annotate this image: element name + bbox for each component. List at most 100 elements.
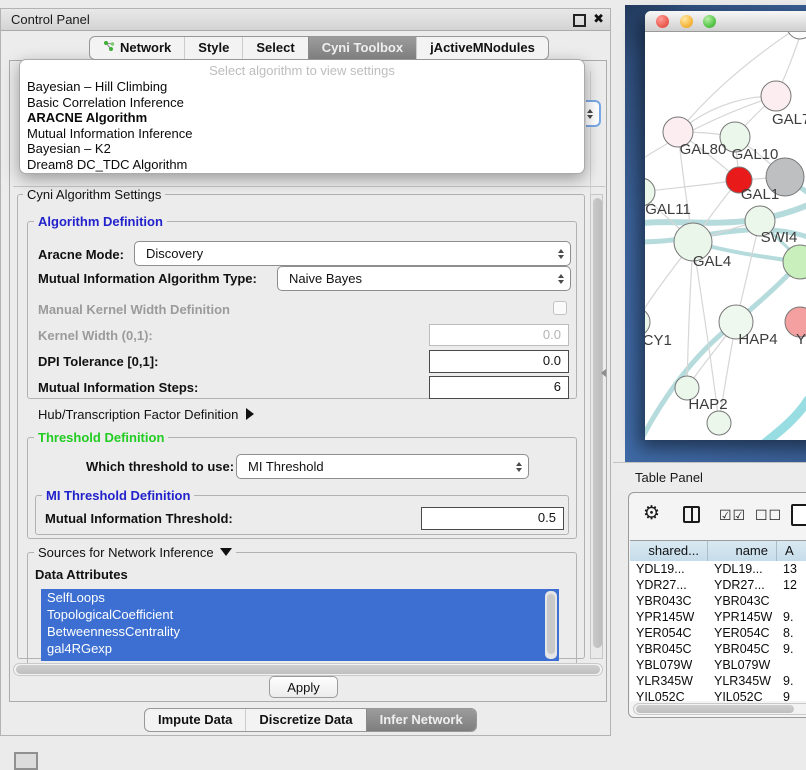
splitter-collapse-icon[interactable] [601,369,606,377]
close-traffic-light-icon[interactable] [656,15,669,28]
data-attribute-item[interactable]: BetweennessCentrality [41,623,559,640]
network-node[interactable] [787,32,806,39]
table-cell: YBR043C [708,593,777,609]
tab-label: jActiveMNodules [430,40,535,55]
hub-definition-label: Hub/Transcription Factor Definition [38,407,238,422]
algorithm-option[interactable]: ARACNE Algorithm [20,110,584,126]
which-threshold-combobox[interactable]: MI Threshold [236,454,529,479]
hub-definition-toggle[interactable]: Hub/Transcription Factor Definition [38,407,254,422]
network-node-label: GAL4 [693,253,731,270]
table-row[interactable]: YDR27...YDR27...12 [630,577,806,593]
expand-arrow-icon [246,408,254,420]
algorithm-option[interactable]: Bayesian – K2 [20,141,584,157]
tab-label: Select [256,40,294,55]
algorithm-option[interactable]: Mutual Information Inference [20,126,584,142]
tab-label: Network [120,40,171,55]
network-edge[interactable] [747,400,806,440]
algorithm-option[interactable]: Basic Correlation Inference [20,95,584,111]
table-cell: YER054C [708,625,777,641]
network-canvas[interactable]: GAL7GAL80GAL10GAL1GAL11GAL4SWI4GCY1HAP4Y… [645,32,806,440]
float-window-icon[interactable] [573,14,586,27]
minimize-traffic-light-icon[interactable] [680,15,693,28]
bottom-tab-infer-network[interactable]: Infer Network [366,709,476,731]
tab-label: Impute Data [158,712,232,727]
algorithm-combobox-fragment[interactable] [586,100,601,127]
deselect-all-checkboxes-icon[interactable]: ☐☐ [755,508,782,524]
select-all-checkboxes-icon[interactable]: ☑☑ [719,508,746,524]
table-column-header[interactable]: shared... [630,541,708,561]
aracne-mode-label: Aracne Mode: [38,247,124,262]
network-node[interactable] [707,411,731,435]
table-cell: 9 [777,689,806,701]
table-column-header[interactable]: A [777,541,806,561]
minimized-panel-icon[interactable] [14,752,38,770]
algorithm-dropdown-popup: Select algorithm to view settings Bayesi… [19,59,585,174]
table-cell: YIL052C [708,689,777,701]
algorithm-option[interactable]: Bayesian – Hill Climbing [20,79,584,95]
table-row[interactable]: YBR043CYBR043C [630,593,806,609]
table-cell: 9. [777,609,806,625]
table-cell [777,593,806,609]
columns-icon[interactable] [683,506,700,523]
tab-cyni-toolbox[interactable]: Cyni Toolbox [308,37,416,59]
table-row[interactable]: YIL052CYIL052C9 [630,689,806,701]
network-node-label: GAL11 [645,201,691,218]
table-row[interactable]: YBL079WYBL079W [630,657,806,673]
tab-jactivemnodules[interactable]: jActiveMNodules [416,37,548,59]
table-row[interactable]: YDL19...YDL19...13 [630,561,806,577]
table-horizontal-scrollbar[interactable] [633,703,806,715]
table-cell: YBL079W [708,657,777,673]
network-edge[interactable] [645,180,739,192]
kernel-width-field[interactable]: 0.0 [429,324,569,346]
tab-network[interactable]: Network [90,37,184,59]
network-view-window[interactable]: GAL7GAL80GAL10GAL1GAL11GAL4SWI4GCY1HAP4Y… [645,11,806,440]
bottom-tab-impute-data[interactable]: Impute Data [145,709,245,731]
mi-threshold-field[interactable]: 0.5 [421,507,564,530]
table-row[interactable]: YBR045CYBR045C9. [630,641,806,657]
table-row[interactable]: YLR345WYLR345W9. [630,673,806,689]
hidden-group-border [590,71,591,194]
bottom-tab-discretize-data[interactable]: Discretize Data [245,709,365,731]
aracne-mode-combobox[interactable]: Discovery [134,241,571,266]
table-cell: YBR045C [630,641,708,657]
apply-button[interactable]: Apply [269,676,338,698]
network-window-titlebar[interactable] [645,11,806,32]
table-cell: YLR345W [708,673,777,689]
tab-select[interactable]: Select [242,37,307,59]
network-node-gal7[interactable] [761,81,791,111]
control-panel-title: Control Panel [1,9,610,31]
network-node-label: GAL1 [741,186,779,203]
mi-steps-field[interactable]: 6 [429,376,569,399]
data-attribute-item[interactable]: gal4RGexp [41,640,559,657]
function-builder-icon[interactable] [791,504,806,526]
attributes-scrollbar[interactable] [545,591,557,659]
tab-style[interactable]: Style [184,37,242,59]
dpi-tolerance-field[interactable]: 0.0 [429,350,569,373]
sources-title[interactable]: Sources for Network Inference [34,545,236,560]
table-column-header[interactable]: name [708,541,777,561]
threshold-definition-title: Threshold Definition [34,430,168,445]
table-body: YDL19...YDL19...13YDR27...YDR27...12YBR0… [630,561,806,701]
popup-placeholder: Select algorithm to view settings [20,63,584,79]
settings-horizontal-scrollbar[interactable] [13,663,603,676]
settings-vertical-scrollbar[interactable] [590,194,603,659]
algorithm-option[interactable]: Dream8 DC_TDC Algorithm [20,157,584,173]
close-icon[interactable]: ✖ [593,12,604,27]
data-attributes-list[interactable]: SelfLoopsTopologicalCoefficientBetweenne… [41,589,559,661]
table-cell: YLR345W [630,673,708,689]
mi-type-label: Mutual Information Algorithm Type: [38,271,257,286]
data-attribute-item[interactable]: SelfLoops [41,589,559,606]
manual-kernel-checkbox[interactable] [553,301,567,315]
zoom-traffic-light-icon[interactable] [703,15,716,28]
data-attribute-item[interactable]: TopologicalCoefficient [41,606,559,623]
table-row[interactable]: YER054CYER054C8. [630,625,806,641]
mi-type-value: Naive Bayes [289,271,362,286]
mi-type-combobox[interactable]: Naive Bayes [277,266,571,291]
mi-threshold-label: Mutual Information Threshold: [45,511,233,526]
tab-label: Cyni Toolbox [322,40,403,55]
table-row[interactable]: YPR145WYPR145W9. [630,609,806,625]
gear-icon[interactable]: ⚙ [643,502,660,524]
network-node-label: GAL10 [732,146,779,163]
table-panel-title: Table Panel [613,462,806,492]
stepper-icon [516,462,522,472]
